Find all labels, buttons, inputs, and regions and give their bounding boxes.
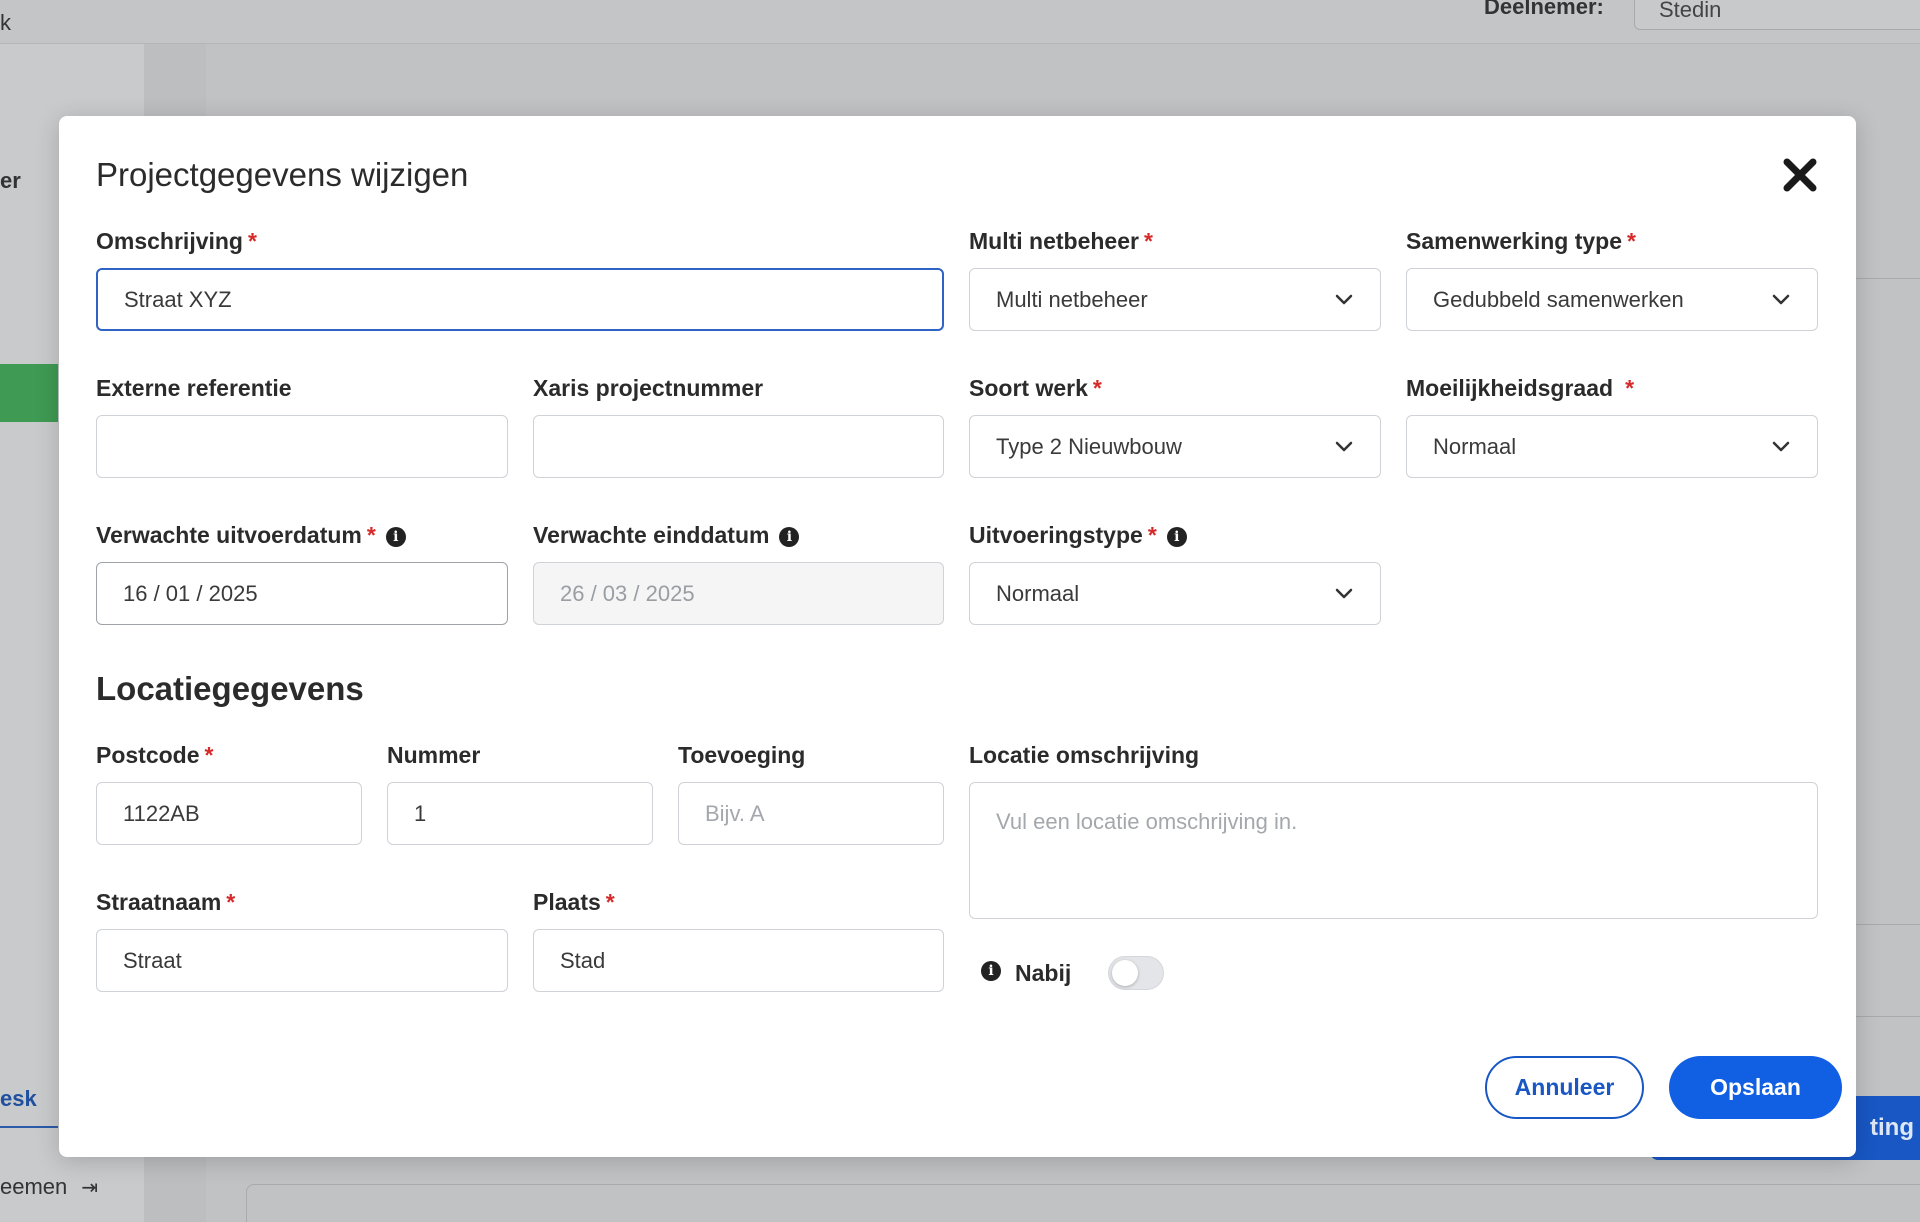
omschrijving-input[interactable] [96,268,944,331]
background-action-label: ting o [1870,1114,1920,1141]
field-postcode: Postcode * [96,742,362,845]
required-mark: * [1147,522,1157,548]
background-topbar [0,0,1920,44]
info-icon[interactable]: i [1166,527,1187,547]
locatie-omschrijving-label: Locatie omschrijving [969,742,1200,768]
straatnaam-label: Straatnaam * [96,889,236,915]
chevron-down-icon [1772,294,1790,305]
field-nummer: Nummer [387,742,653,845]
nummer-label: Nummer [387,742,481,768]
info-icon[interactable]: i [385,527,406,547]
field-uitvoeringstype: Uitvoeringstype * i Normaal [969,522,1381,625]
background-divider [1856,278,1920,279]
field-omschrijving: Omschrijving * [96,228,944,331]
straatnaam-input[interactable] [96,929,508,992]
verwachte-einddatum-input [533,562,944,625]
postcode-label: Postcode * [96,742,214,768]
background-panel [246,1184,1920,1222]
nabij-toggle[interactable] [1108,956,1164,990]
participant-select: Stedin [1634,0,1920,30]
omschrijving-label: Omschrijving * [96,228,257,254]
cancel-button[interactable]: Annuleer [1485,1056,1644,1119]
toevoeging-input[interactable] [678,782,944,845]
uitvoeringstype-label: Uitvoeringstype * i [969,522,1381,552]
locatie-omschrijving-textarea[interactable] [969,782,1818,919]
nummer-input[interactable] [387,782,653,845]
sidebar-fragment-mid: er [0,168,21,193]
samenwerking-type-select[interactable]: Gedubbeld samenwerken [1406,268,1818,331]
sidebar-logout-label: eemen [0,1174,68,1199]
moeilijkheidsgraad-select[interactable]: Normaal [1406,415,1818,478]
moeilijkheidsgraad-value: Normaal [1433,434,1517,459]
soort-werk-value: Type 2 Nieuwbouw [996,434,1182,459]
field-externe-referentie: Externe referentie [96,375,508,478]
field-toevoeging: Toevoeging [678,742,944,845]
chevron-down-icon [1335,441,1353,452]
toevoeging-label: Toevoeging [678,742,806,768]
field-xaris-projectnummer: Xaris projectnummer [533,375,944,478]
soort-werk-label: Soort werk * [969,375,1102,401]
participant-select-value: Stedin [1659,0,1722,22]
location-section-title: Locatiegegevens [96,670,364,707]
plaats-input[interactable] [533,929,944,992]
soort-werk-select[interactable]: Type 2 Nieuwbouw [969,415,1381,478]
multi-netbeheer-value: Multi netbeheer [996,287,1148,312]
field-straatnaam: Straatnaam * [96,889,508,992]
moeilijkheidsgraad-label: Moeilijkheidsgraad * [1406,375,1635,401]
verwachte-uitvoerdatum-label: Verwachte uitvoerdatum * i [96,522,508,552]
save-button[interactable]: Opslaan [1669,1056,1842,1119]
required-mark: * [1627,228,1636,254]
sidebar-link-fragment: esk [0,1072,58,1128]
verwachte-einddatum-label: Verwachte einddatum i [533,522,944,552]
chevron-down-icon [1772,441,1790,452]
required-mark: * [605,889,615,915]
participant-label: Deelnemer: [1484,0,1604,19]
field-verwachte-einddatum: Verwachte einddatum i [533,522,944,625]
required-mark: * [1625,375,1635,401]
required-mark: * [247,228,257,254]
chevron-down-icon [1335,294,1353,305]
background-divider [1856,924,1920,925]
logout-icon: ⇥ [81,1177,99,1199]
edit-project-modal: Projectgegevens wijzigen Omschrijving* M… [59,116,1856,1157]
sidebar-fragment-top: k [0,10,11,35]
sidebar-active-item [0,364,58,422]
externe-referentie-label: Externe referentie [96,375,292,401]
nabij-label: Nabij [1015,960,1072,986]
info-icon[interactable]: i [981,961,1001,981]
field-plaats: Plaats * [533,889,944,992]
samenwerking-type-label: Samenwerking type * [1406,228,1636,254]
required-mark: * [1092,375,1102,401]
required-mark: * [1143,228,1153,254]
samenwerking-type-value: Gedubbeld samenwerken [1433,287,1684,312]
plaats-label: Plaats * [533,889,615,915]
sidebar-logout-item: eemen ⇥ [0,1174,98,1200]
multi-netbeheer-label: Multi netbeheer * [969,228,1153,254]
required-mark: * [204,742,214,768]
postcode-input[interactable] [96,782,362,845]
background-divider [1856,1016,1920,1017]
close-x-icon[interactable] [1781,156,1819,194]
required-mark: * [226,889,236,915]
field-soort-werk: Soort werk * Type 2 Nieuwbouw [969,375,1381,478]
xaris-projectnummer-label: Xaris projectnummer [533,375,764,401]
multi-netbeheer-select[interactable]: Multi netbeheer [969,268,1381,331]
uitvoeringstype-value: Normaal [996,581,1080,606]
field-samenwerking-type: Samenwerking type * Gedubbeld samenwerken [1406,228,1818,331]
modal-title: Projectgegevens wijzigen [96,156,469,193]
info-icon[interactable]: i [779,527,800,547]
chevron-down-icon [1335,588,1353,599]
externe-referentie-input[interactable] [96,415,508,478]
field-moeilijkheidsgraad: Moeilijkheidsgraad * Normaal [1406,375,1818,478]
required-mark: * [366,522,376,548]
xaris-projectnummer-input[interactable] [533,415,944,478]
field-verwachte-uitvoerdatum: Verwachte uitvoerdatum * i [96,522,508,625]
field-multi-netbeheer: Multi netbeheer * Multi netbeheer [969,228,1381,331]
field-locatie-omschrijving: Locatie omschrijving [969,742,1818,919]
verwachte-uitvoerdatum-input[interactable] [96,562,508,625]
uitvoeringstype-select[interactable]: Normaal [969,562,1381,625]
toggle-knob [1112,960,1138,986]
